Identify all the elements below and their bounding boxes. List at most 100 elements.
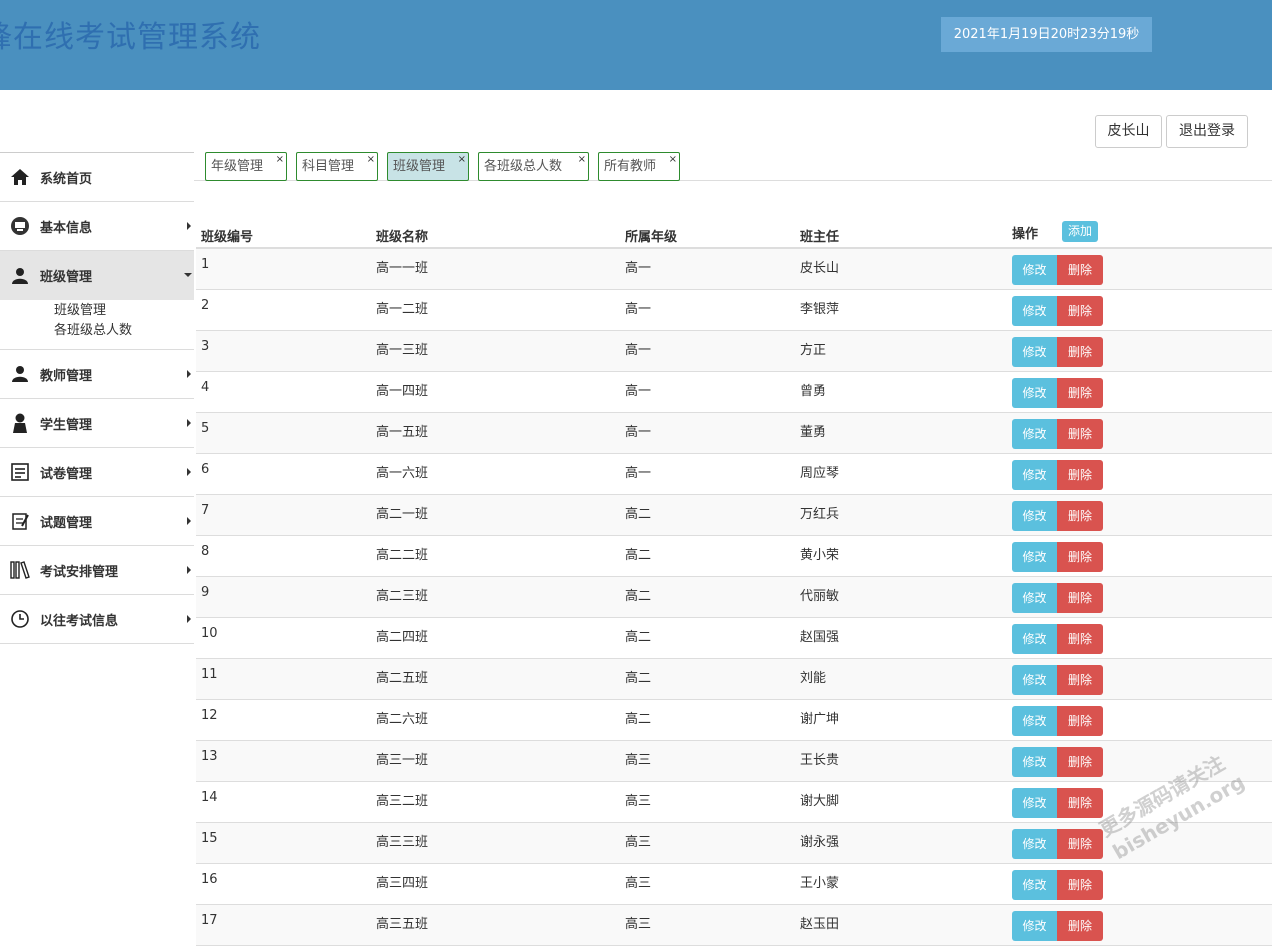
cell-grade: 高一 — [625, 261, 652, 276]
cell-grade: 高三 — [625, 753, 652, 768]
chevron-right-icon — [187, 615, 191, 623]
home-icon — [9, 166, 31, 188]
delete-button[interactable]: 删除 — [1057, 788, 1103, 818]
cell-class-name: 高三二班 — [376, 794, 429, 809]
close-icon[interactable]: × — [669, 146, 677, 173]
sidebar-item-question-management[interactable]: 试题管理 — [0, 497, 194, 546]
tab-label: 班级管理 — [393, 159, 446, 174]
sidebar-item-past-exams[interactable]: 以往考试信息 — [0, 595, 194, 644]
books-icon — [9, 559, 31, 581]
current-user-button[interactable]: 皮长山 — [1095, 115, 1162, 148]
add-class-button[interactable]: 添加 — [1062, 221, 1098, 242]
delete-button[interactable]: 删除 — [1057, 378, 1103, 408]
system-title: 锋在线考试管理系统 — [0, 20, 261, 55]
cell-grade: 高一 — [625, 425, 652, 440]
close-icon[interactable]: × — [578, 146, 586, 173]
delete-button[interactable]: 删除 — [1057, 870, 1103, 900]
chevron-right-icon — [187, 468, 191, 476]
edit-button[interactable]: 修改 — [1012, 911, 1057, 941]
tab-all-teachers[interactable]: 所有教师 × — [598, 152, 680, 181]
tab-label: 所有教师 — [604, 159, 657, 174]
delete-button[interactable]: 删除 — [1057, 706, 1103, 736]
logout-button[interactable]: 退出登录 — [1166, 115, 1248, 148]
cell-class-name: 高三五班 — [376, 917, 429, 932]
column-header: 班主任 — [800, 230, 840, 245]
edit-button[interactable]: 修改 — [1012, 419, 1057, 449]
cell-head-teacher: 谢永强 — [800, 835, 840, 850]
edit-button[interactable]: 修改 — [1012, 829, 1057, 859]
delete-button[interactable]: 删除 — [1057, 255, 1103, 285]
cell-class-id: 3 — [201, 339, 210, 354]
delete-button[interactable]: 删除 — [1057, 747, 1103, 777]
sidebar-item-student-management[interactable]: 学生管理 — [0, 399, 194, 448]
tab-subject-management[interactable]: 科目管理 × — [296, 152, 378, 181]
table-row: 6 高一六班 高一 周应琴 修改 删除 — [196, 454, 1272, 495]
cell-grade: 高一 — [625, 302, 652, 317]
delete-button[interactable]: 删除 — [1057, 583, 1103, 613]
delete-button[interactable]: 删除 — [1057, 419, 1103, 449]
app-header: 锋在线考试管理系统 2021年1月19日20时23分19秒 — [0, 0, 1272, 90]
table-row: 2 高一二班 高一 李银萍 修改 删除 — [196, 290, 1272, 331]
cell-class-name: 高二一班 — [376, 507, 429, 522]
cell-class-id: 10 — [201, 626, 218, 641]
delete-button[interactable]: 删除 — [1057, 829, 1103, 859]
delete-button[interactable]: 删除 — [1057, 624, 1103, 654]
table-header: 班级编号 班级名称 所属年级 班主任 操作 添加 — [196, 216, 1272, 249]
sidebar-item-exam-schedule[interactable]: 考试安排管理 — [0, 546, 194, 595]
table-row: 11 高二五班 高二 刘能 修改 删除 — [196, 659, 1272, 700]
class-icon — [9, 265, 31, 287]
edit-button[interactable]: 修改 — [1012, 337, 1057, 367]
cell-grade: 高三 — [625, 876, 652, 891]
submenu-item-class-management[interactable]: 班级管理 — [0, 301, 194, 321]
edit-button[interactable]: 修改 — [1012, 624, 1057, 654]
sidebar-item-home[interactable]: 系统首页 — [0, 153, 194, 202]
close-icon[interactable]: × — [458, 146, 466, 173]
sidebar-item-label: 系统首页 — [40, 171, 93, 187]
delete-button[interactable]: 删除 — [1057, 665, 1103, 695]
tab-class-totals[interactable]: 各班级总人数 × — [478, 152, 589, 181]
sidebar-item-label: 考试安排管理 — [40, 564, 119, 580]
tab-class-management[interactable]: 班级管理 × — [387, 152, 469, 181]
table-row: 8 高二二班 高二 黄小荣 修改 删除 — [196, 536, 1272, 577]
edit-button[interactable]: 修改 — [1012, 378, 1057, 408]
sidebar-item-basic-info[interactable]: 基本信息 — [0, 202, 194, 251]
close-icon[interactable]: × — [367, 146, 375, 173]
edit-button[interactable]: 修改 — [1012, 788, 1057, 818]
delete-button[interactable]: 删除 — [1057, 337, 1103, 367]
sidebar-item-label: 试题管理 — [40, 515, 93, 531]
table-row: 3 高一三班 高一 方正 修改 删除 — [196, 331, 1272, 372]
edit-button[interactable]: 修改 — [1012, 665, 1057, 695]
edit-button[interactable]: 修改 — [1012, 501, 1057, 531]
table-row: 7 高二一班 高二 万红兵 修改 删除 — [196, 495, 1272, 536]
edit-button[interactable]: 修改 — [1012, 747, 1057, 777]
submenu-item-class-totals[interactable]: 各班级总人数 — [0, 321, 194, 341]
sidebar-item-class-management[interactable]: 班级管理 — [0, 251, 194, 300]
edit-button[interactable]: 修改 — [1012, 296, 1057, 326]
edit-button[interactable]: 修改 — [1012, 870, 1057, 900]
edit-button[interactable]: 修改 — [1012, 542, 1057, 572]
cell-head-teacher: 谢大脚 — [800, 794, 840, 809]
delete-button[interactable]: 删除 — [1057, 911, 1103, 941]
edit-button[interactable]: 修改 — [1012, 255, 1057, 285]
edit-button[interactable]: 修改 — [1012, 583, 1057, 613]
edit-button[interactable]: 修改 — [1012, 706, 1057, 736]
cell-grade: 高二 — [625, 630, 652, 645]
cell-class-name: 高二二班 — [376, 548, 429, 563]
delete-button[interactable]: 删除 — [1057, 501, 1103, 531]
delete-button[interactable]: 删除 — [1057, 542, 1103, 572]
sidebar-item-teacher-management[interactable]: 教师管理 — [0, 350, 194, 399]
cell-grade: 高三 — [625, 794, 652, 809]
sidebar-item-paper-management[interactable]: 试卷管理 — [0, 448, 194, 497]
cell-grade: 高一 — [625, 343, 652, 358]
sidebar-item-label: 教师管理 — [40, 368, 93, 384]
sidebar-item-label: 以往考试信息 — [40, 613, 119, 629]
cell-class-name: 高一二班 — [376, 302, 429, 317]
edit-button[interactable]: 修改 — [1012, 460, 1057, 490]
tab-label: 科目管理 — [302, 159, 355, 174]
close-icon[interactable]: × — [276, 146, 284, 173]
tab-grade-management[interactable]: 年级管理 × — [205, 152, 287, 181]
delete-button[interactable]: 删除 — [1057, 460, 1103, 490]
cell-class-name: 高一四班 — [376, 384, 429, 399]
delete-button[interactable]: 删除 — [1057, 296, 1103, 326]
cell-grade: 高一 — [625, 384, 652, 399]
